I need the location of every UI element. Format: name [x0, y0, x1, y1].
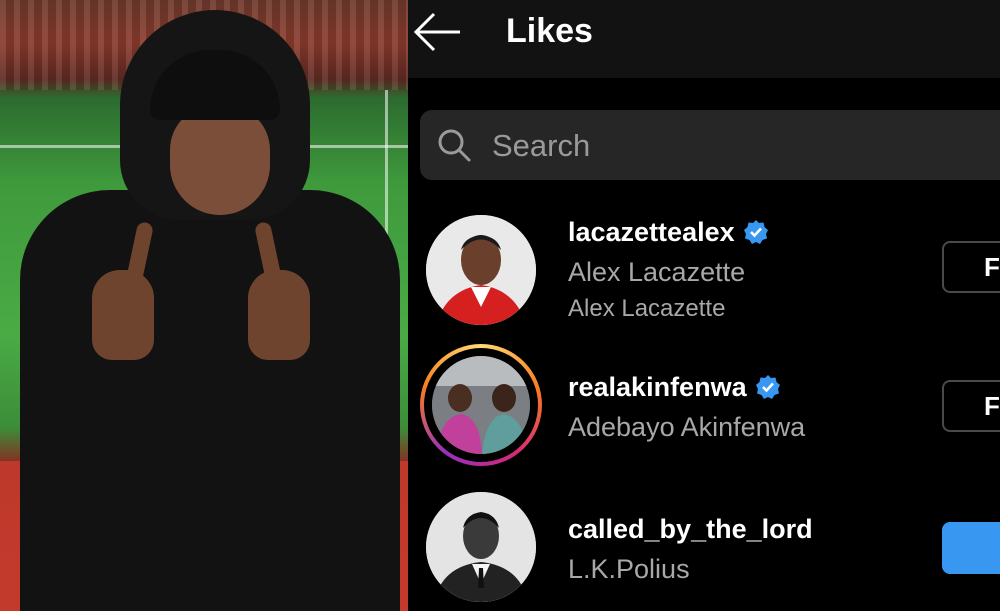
- person-figure: [20, 10, 400, 611]
- verified-badge-icon: [755, 375, 780, 399]
- right-hand: [248, 270, 310, 360]
- arrow-left-icon[interactable]: [412, 10, 464, 54]
- like-row-called-by-the-lord[interactable]: called_by_the_lord L.K.Polius: [408, 482, 1000, 611]
- username[interactable]: realakinfenwa: [568, 372, 781, 403]
- jacket: [20, 190, 400, 611]
- avatar-image: [426, 215, 536, 325]
- left-hand: [92, 270, 154, 360]
- verified-badge-icon: [743, 220, 768, 244]
- avatar[interactable]: [432, 356, 530, 454]
- avatar-image: [432, 356, 530, 454]
- username[interactable]: called_by_the_lord: [568, 514, 813, 545]
- search-bar[interactable]: [420, 110, 1000, 182]
- full-name: L.K.Polius: [568, 554, 690, 584]
- page-title: Likes: [506, 12, 593, 50]
- follow-button[interactable]: [942, 522, 1000, 574]
- avatar-image: [426, 492, 536, 602]
- fan-photo: [0, 0, 408, 611]
- follow-button[interactable]: F: [942, 241, 1000, 293]
- avatar[interactable]: [426, 492, 536, 602]
- like-row-lacazettealex[interactable]: lacazettealex Alex Lacazette Alex Lacaze…: [408, 205, 1000, 335]
- follow-button[interactable]: F: [942, 380, 1000, 432]
- search-icon: [438, 129, 471, 162]
- avatar[interactable]: [426, 215, 536, 325]
- face: [170, 105, 270, 215]
- top-bar: Likes: [408, 0, 1000, 78]
- username[interactable]: lacazettealex: [568, 217, 769, 248]
- likes-panel: Likes lacazettealex Alex Lacazette Alex …: [408, 0, 1000, 611]
- search-input[interactable]: [490, 110, 894, 182]
- like-row-realakinfenwa[interactable]: realakinfenwa Adebayo Akinfenwa F: [408, 340, 1000, 470]
- subtitle: Alex Lacazette: [568, 295, 726, 322]
- full-name: Alex Lacazette: [568, 257, 746, 287]
- full-name: Adebayo Akinfenwa: [568, 412, 806, 442]
